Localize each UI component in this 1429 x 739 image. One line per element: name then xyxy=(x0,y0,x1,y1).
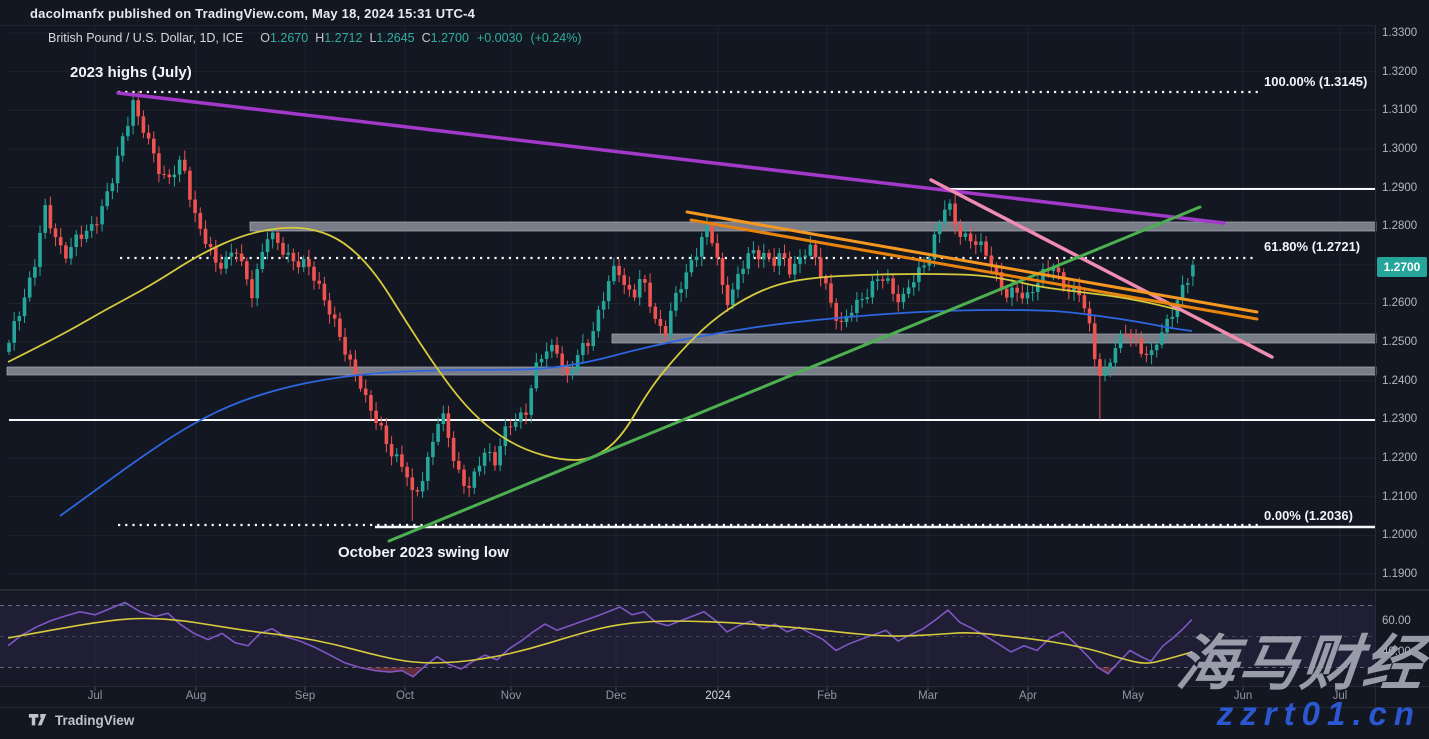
footer-border xyxy=(0,707,1429,708)
x-axis-label: Aug xyxy=(186,690,206,702)
x-axis-label: Oct xyxy=(396,690,414,702)
grid xyxy=(7,26,1375,686)
trendlines[interactable] xyxy=(118,93,1272,541)
annotation-2023-highs: 2023 highs (July) xyxy=(70,64,192,81)
y-axis-label: 1.2100 xyxy=(1382,491,1426,503)
y-axis-label: 1.2300 xyxy=(1382,413,1426,425)
fib-label-0: 0.00% (1.2036) xyxy=(1264,508,1353,523)
y-axis-label: 1.2900 xyxy=(1382,182,1426,194)
candlesticks xyxy=(7,91,1195,521)
y-axis-label: 1.2400 xyxy=(1382,375,1426,387)
low-value: 1.2645 xyxy=(376,31,414,45)
tradingview-brand-label: TradingView xyxy=(55,713,134,728)
y-axis-label: 1.3200 xyxy=(1382,66,1426,78)
published-text: dacolmanfx published on TradingView.com,… xyxy=(30,6,475,21)
y-axis-label: 1.2200 xyxy=(1382,452,1426,464)
close-label: C xyxy=(422,31,431,45)
downtrend-purple xyxy=(118,93,1224,223)
downtrend-pink xyxy=(931,180,1272,357)
y-axis-label: 1.3300 xyxy=(1382,27,1426,39)
symbol-title: British Pound / U.S. Dollar, 1D, ICE xyxy=(48,31,243,45)
y-axis-label: 1.2600 xyxy=(1382,297,1426,309)
x-axis-label: Apr xyxy=(1019,690,1037,702)
published-byline: dacolmanfx published on TradingView.com,… xyxy=(30,6,475,21)
x-axis-label: Mar xyxy=(918,690,938,702)
y-axis-label: 1.2500 xyxy=(1382,336,1426,348)
x-axis-label: Jul xyxy=(88,690,103,702)
x-axis-label: Sep xyxy=(295,690,315,702)
price-chart-canvas[interactable] xyxy=(0,0,1429,739)
last-price-tag: 1.2700 xyxy=(1377,257,1427,277)
high-value: 1.2712 xyxy=(324,31,362,45)
high-label: H xyxy=(315,31,324,45)
tradingview-logo-icon xyxy=(28,712,47,728)
x-axis-label: May xyxy=(1122,690,1144,702)
symbol-legend[interactable]: British Pound / U.S. Dollar, 1D, ICEO1.2… xyxy=(48,31,582,45)
fib-retracement-lines[interactable] xyxy=(118,92,1258,525)
y-axis-label: 1.2000 xyxy=(1382,529,1426,541)
fib-label-100: 100.00% (1.3145) xyxy=(1264,74,1367,89)
change-value: +0.0030 xyxy=(477,31,523,45)
tradingview-snapshot: dacolmanfx published on TradingView.com,… xyxy=(0,0,1429,739)
watermark-cjk: 海马财经 xyxy=(1174,634,1428,694)
rsi-axis-label: 60.00 xyxy=(1382,615,1426,627)
open-value: 1.2670 xyxy=(270,31,308,45)
watermark-url: zzrt01.cn xyxy=(1217,697,1421,730)
change-percent: (+0.24%) xyxy=(530,31,581,45)
x-axis-label: Dec xyxy=(606,690,626,702)
y-axis-label: 1.3100 xyxy=(1382,104,1426,116)
channel-orange-2 xyxy=(691,220,1257,319)
annotation-swing-low: October 2023 swing low xyxy=(338,544,509,561)
pane-divider xyxy=(0,589,1429,591)
open-label: O xyxy=(260,31,270,45)
y-axis-label: 1.3000 xyxy=(1382,143,1426,155)
y-axis-label: 1.2800 xyxy=(1382,220,1426,232)
x-axis-label: Feb xyxy=(817,690,837,702)
horizontal-lines[interactable] xyxy=(9,189,1376,527)
rsi-panel[interactable] xyxy=(0,593,1375,686)
x-axis-label: 2024 xyxy=(705,690,731,702)
axis-separator xyxy=(1375,25,1376,707)
close-value: 1.2700 xyxy=(431,31,469,45)
tradingview-brand[interactable]: TradingView xyxy=(28,712,134,728)
fib-label-618: 61.80% (1.2721) xyxy=(1264,239,1360,254)
ma-fast-yellow xyxy=(8,228,1183,460)
x-axis-label: Nov xyxy=(501,690,521,702)
pane-top-border xyxy=(0,25,1376,26)
y-axis-label: 1.1900 xyxy=(1382,568,1426,580)
